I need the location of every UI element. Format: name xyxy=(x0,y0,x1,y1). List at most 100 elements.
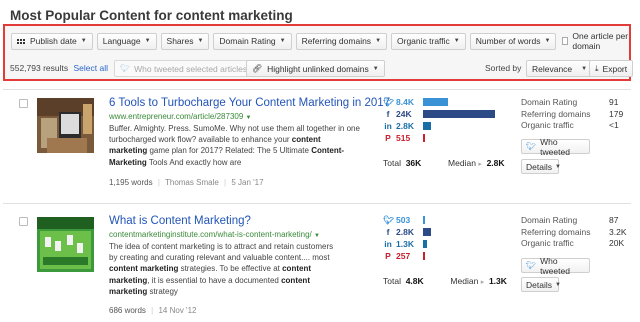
social-shares: 🐦︎ 8.4K f 24K in 2.8K P 515 xyxy=(383,96,498,144)
snippet-line: marketing, it is essential to have a doc… xyxy=(109,275,361,286)
divider xyxy=(3,89,631,90)
article-thumbnail[interactable] xyxy=(37,217,94,272)
filter-language[interactable]: Language ▼ xyxy=(96,32,157,50)
facebook-icon: f xyxy=(386,227,390,237)
article-checkbox[interactable] xyxy=(19,99,28,108)
filter-referring-domains[interactable]: Referring domains ▼ xyxy=(295,32,388,50)
facebook-shares: 24K xyxy=(396,109,412,119)
facebook-shares: 2.8K xyxy=(396,227,414,237)
filter-shares[interactable]: Shares ▼ xyxy=(160,32,210,50)
snippet-text: strategies. To be effective at xyxy=(178,264,283,274)
download-icon: ⤓ xyxy=(595,63,599,73)
select-all-link[interactable]: Select all xyxy=(74,63,109,73)
article-title-link[interactable]: What is Content Marketing? xyxy=(109,215,251,227)
filter-row: Publish date ▼ Language ▼ Shares ▼ Domain R… xyxy=(11,31,629,51)
article-card: What is Content Marketing? contentmarket… xyxy=(0,212,640,322)
total-shares: 4.8K xyxy=(405,276,424,286)
caret-down-icon: ▼ xyxy=(544,38,551,44)
domain-rating-value: 87 xyxy=(609,215,619,225)
article-card: 6 Tools to Turbocharge Your Content Mark… xyxy=(0,96,640,206)
one-article-per-domain-toggle[interactable]: One article per domain xyxy=(562,31,629,51)
filter-panel: Publish date ▼ Language ▼ Shares ▼ Domain R… xyxy=(3,24,634,81)
snippet-line: marketing strategy xyxy=(109,286,361,297)
export-button[interactable]: ⤓ Export xyxy=(589,60,634,77)
snippet-keyword: marketing xyxy=(109,275,148,285)
sorted-by-label: Sorted by xyxy=(485,63,522,73)
referring-domains-value: 179 xyxy=(609,108,624,119)
article-title-link[interactable]: 6 Tools to Turbocharge Your Content Mark… xyxy=(109,97,390,109)
caret-down-icon: ▼ xyxy=(375,38,382,44)
who-tweeted-button[interactable]: 🐦︎ Who tweeted xyxy=(521,137,590,157)
details-dropdown[interactable]: Details ▼ xyxy=(521,277,561,292)
article-checkbox[interactable] xyxy=(19,217,28,226)
caret-down-icon: ▼ xyxy=(314,233,320,239)
caret-down-icon: ▼ xyxy=(279,38,286,44)
filter-organic-traffic[interactable]: Organic traffic ▼ xyxy=(391,32,466,50)
caret-down-icon: ▼ xyxy=(245,115,252,121)
filter-publish-date[interactable]: Publish date ▼ xyxy=(11,32,93,50)
snippet-keyword: marketing xyxy=(109,286,148,296)
caret-down-icon: ▼ xyxy=(554,163,561,170)
link-icon: 🔗︎ xyxy=(252,64,263,73)
caret-down-icon: ▼ xyxy=(197,38,204,44)
results-count: 552,793 results xyxy=(10,63,69,73)
facebook-bar xyxy=(423,228,431,236)
snippet-keyword: Marketing xyxy=(109,157,147,167)
share-totals: Total 4.8K Median ▸ 1.3K xyxy=(383,276,507,286)
snippet-text: by creating and curating relevant and va… xyxy=(109,253,330,263)
total-shares: 36K xyxy=(405,158,422,168)
article-thumbnail[interactable] xyxy=(37,98,94,153)
details-dropdown[interactable]: Details ▼ xyxy=(521,159,561,174)
highlight-unlinked-domains-dropdown[interactable]: 🔗︎ Highlight unlinked domains ▼ xyxy=(246,60,385,77)
filter-number-of-words[interactable]: Number of words ▼ xyxy=(469,32,557,50)
filter-domain-rating[interactable]: Domain Rating ▼ xyxy=(213,32,292,50)
pinterest-shares: 515 xyxy=(396,133,411,143)
share-totals: Total 36K Median ▸ 2.8K xyxy=(383,158,505,168)
organic-traffic-value: 20K xyxy=(609,238,625,248)
one-article-checkbox[interactable] xyxy=(562,37,569,45)
snippet-line: turbocharged work flow? available to enh… xyxy=(109,134,361,145)
word-count: 1,195 words xyxy=(109,178,153,187)
article-url-link[interactable]: www.entrepreneur.com/article/287309 ▼ xyxy=(109,112,251,121)
results-toolbar: 552,793 results Select all 🐦︎ Who tweete… xyxy=(5,58,634,78)
linkedin-shares: 2.8K xyxy=(396,121,414,131)
who-tweeted-button[interactable]: 🐦︎ Who tweeted xyxy=(521,256,590,276)
article-snippet: Buffer. Almighty. Press. SumoMe. Why not… xyxy=(109,123,361,168)
pinterest-bar xyxy=(423,252,425,260)
caret-down-icon: ▼ xyxy=(372,65,379,72)
linkedin-bar xyxy=(423,240,427,248)
grid-icon xyxy=(17,38,25,44)
snippet-text: , it is essential to have a documented xyxy=(147,275,282,285)
snippet-text: strategy xyxy=(147,286,178,296)
domain-rating-value: 91 xyxy=(609,97,619,107)
twitter-bar xyxy=(423,216,425,224)
snippet-line: by creating and curating relevant and va… xyxy=(109,252,361,263)
sort-select[interactable]: Relevance ▼ xyxy=(526,60,594,77)
median-shares: 1.3K xyxy=(488,276,507,286)
twitter-shares: 8.4K xyxy=(396,97,414,107)
linkedin-shares: 1.3K xyxy=(396,239,414,249)
twitter-icon: 🐦︎ xyxy=(383,214,394,225)
article-meta: 686 words | 14 Nov '12 xyxy=(109,306,197,315)
caret-down-icon: ▼ xyxy=(80,38,87,44)
snippet-text: game plan for 2017? Related: The 5 Ultim… xyxy=(147,146,312,156)
snippet-line: The idea of content marketing is to attr… xyxy=(109,241,361,252)
chevron-right-icon: ▸ xyxy=(480,279,485,286)
pinterest-icon: P xyxy=(385,251,391,261)
twitter-icon: 🐦︎ xyxy=(526,142,537,151)
linkedin-icon: in xyxy=(384,121,392,131)
pinterest-shares: 257 xyxy=(396,251,411,261)
article-url-link[interactable]: contentmarketinginstitute.com/what-is-co… xyxy=(109,230,320,239)
who-tweeted-selected-button[interactable]: 🐦︎ Who tweeted selected articles xyxy=(114,60,254,77)
snippet-text: Buffer. Almighty. Press. SumoMe. Why not… xyxy=(109,124,360,133)
facebook-bar xyxy=(423,110,495,118)
snippet-text: Tools And exactly how are xyxy=(146,157,242,167)
snippet-line: content marketing strategies. To be effe… xyxy=(109,263,361,274)
snippet-keyword: content xyxy=(281,275,310,285)
twitter-icon: 🐦︎ xyxy=(526,261,537,270)
snippet-line: Marketing Tools And exactly how are xyxy=(109,157,361,168)
snippet-text: turbocharged work flow? available to enh… xyxy=(109,135,292,145)
twitter-icon: 🐦︎ xyxy=(383,96,394,107)
publish-date: 5 Jan '17 xyxy=(231,178,264,187)
author-name: Thomas Smale xyxy=(164,178,219,187)
